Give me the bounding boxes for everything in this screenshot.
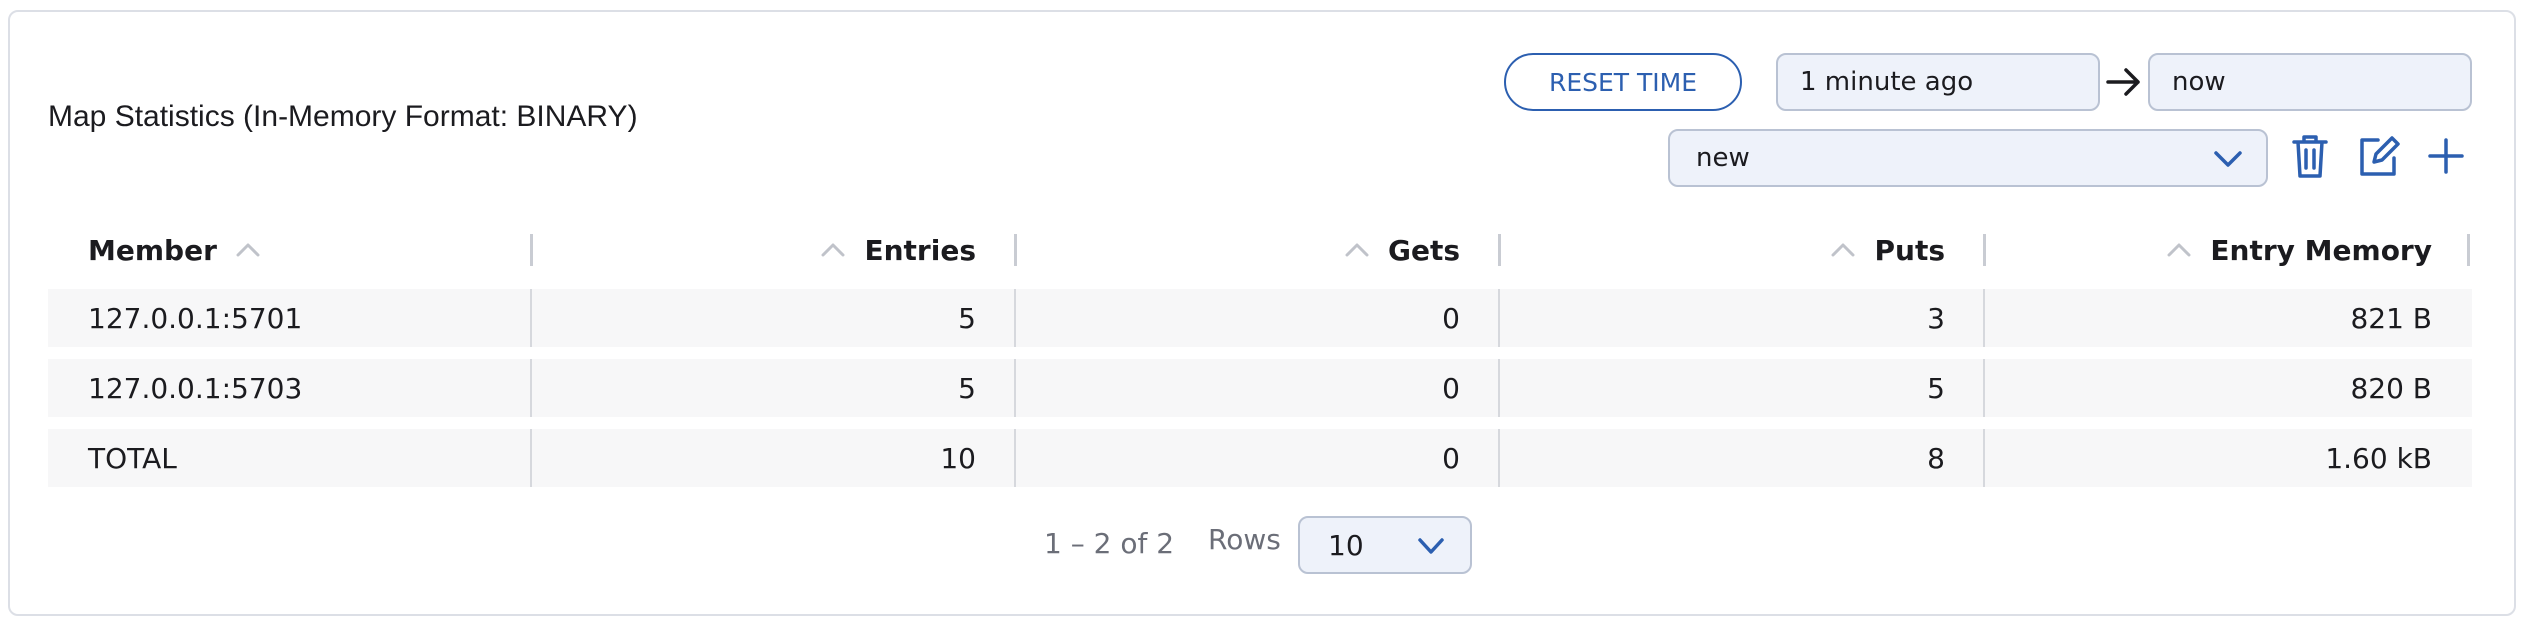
- cell-divider: [530, 359, 532, 417]
- pagination-range: 1 – 2 of 2: [1044, 527, 1175, 560]
- table-row: 127.0.0.1:5703 5 0 5 820 B: [48, 359, 2472, 417]
- chevron-down-icon: [2214, 151, 2242, 167]
- cell-member: 127.0.0.1:5701: [88, 301, 303, 335]
- cell-divider: [1983, 289, 1985, 347]
- panel-title: Map Statistics (In-Memory Format: BINARY…: [48, 100, 638, 133]
- cell-entries: 5: [958, 301, 976, 335]
- preset-select[interactable]: new: [1668, 129, 2268, 187]
- chevron-up-icon: [2167, 243, 2191, 257]
- column-resize-handle[interactable]: [2467, 234, 2470, 266]
- rows-per-page-label: Rows: [1208, 523, 1281, 556]
- edit-icon[interactable]: [2354, 130, 2402, 182]
- plus-icon[interactable]: [2422, 130, 2470, 182]
- column-header-entries[interactable]: Entries: [532, 222, 1016, 278]
- cell-entry-memory: 821 B: [2350, 301, 2432, 335]
- cell-entry-memory: 1.60 kB: [2325, 441, 2432, 475]
- cell-divider: [530, 289, 532, 347]
- column-header-gets[interactable]: Gets: [1016, 222, 1500, 278]
- cell-member: 127.0.0.1:5703: [88, 371, 303, 405]
- column-resize-handle[interactable]: [1498, 234, 1501, 266]
- reset-time-button[interactable]: RESET TIME: [1504, 53, 1742, 111]
- cell-divider: [530, 429, 532, 487]
- time-from-input[interactable]: [1776, 53, 2100, 111]
- rows-per-page-value: 10: [1328, 528, 1364, 562]
- column-resize-handle[interactable]: [530, 234, 533, 266]
- trash-icon[interactable]: [2286, 130, 2334, 182]
- column-header-entry-memory[interactable]: Entry Memory: [1985, 222, 2472, 278]
- cell-divider: [1014, 359, 1016, 417]
- cell-divider: [1983, 429, 1985, 487]
- preset-select-value: new: [1696, 143, 1750, 173]
- chevron-up-icon: [236, 243, 260, 257]
- cell-puts: 3: [1927, 301, 1945, 335]
- column-resize-handle[interactable]: [1014, 234, 1017, 266]
- arrow-right-icon: [2106, 68, 2140, 96]
- cell-puts: 5: [1927, 371, 1945, 405]
- column-header-puts[interactable]: Puts: [1500, 222, 1985, 278]
- cell-divider: [1014, 289, 1016, 347]
- table-row-total: TOTAL 10 0 8 1.60 kB: [48, 429, 2472, 487]
- cell-divider: [1498, 289, 1500, 347]
- cell-entries: 10: [940, 441, 976, 475]
- rows-per-page-select[interactable]: 10: [1298, 516, 1472, 574]
- table-header: Member Entries Gets Puts Entry Memory: [48, 222, 2472, 278]
- cell-gets: 0: [1442, 371, 1460, 405]
- time-to-input[interactable]: [2148, 53, 2472, 111]
- cell-divider: [1498, 429, 1500, 487]
- cell-member: TOTAL: [88, 441, 177, 475]
- table-row: 127.0.0.1:5701 5 0 3 821 B: [48, 289, 2472, 347]
- chevron-up-icon: [821, 243, 845, 257]
- chevron-up-icon: [1345, 243, 1369, 257]
- cell-divider: [1014, 429, 1016, 487]
- map-statistics-table: Member Entries Gets Puts Entry Memory 12…: [48, 222, 2472, 487]
- cell-gets: 0: [1442, 301, 1460, 335]
- cell-puts: 8: [1927, 441, 1945, 475]
- column-header-member[interactable]: Member: [48, 222, 532, 278]
- cell-gets: 0: [1442, 441, 1460, 475]
- cell-divider: [1498, 359, 1500, 417]
- chevron-down-icon: [1418, 538, 1444, 554]
- chevron-up-icon: [1831, 243, 1855, 257]
- cell-entries: 5: [958, 371, 976, 405]
- cell-divider: [1983, 359, 1985, 417]
- cell-entry-memory: 820 B: [2350, 371, 2432, 405]
- column-resize-handle[interactable]: [1983, 234, 1986, 266]
